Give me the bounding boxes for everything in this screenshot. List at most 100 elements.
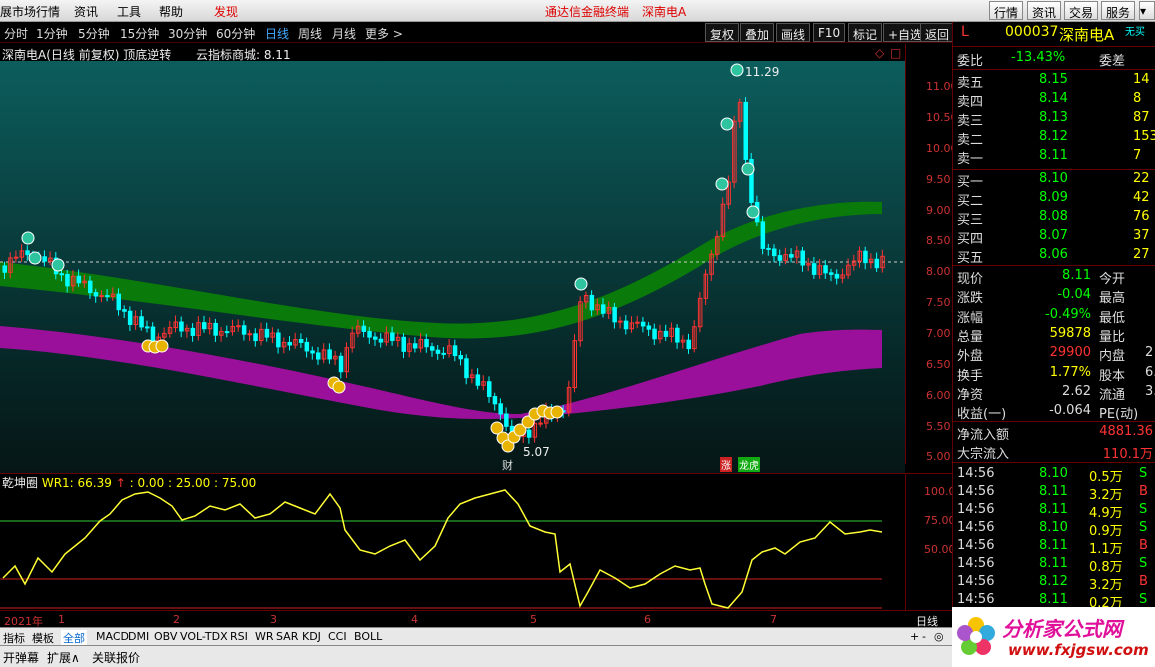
sell-signal-icon[interactable] [51, 258, 65, 272]
period-tab[interactable]: 30分钟 [168, 25, 207, 42]
window-control-icon[interactable]: ▾ [1139, 1, 1155, 20]
menu-market[interactable]: 展市场行情 [0, 3, 60, 20]
bid-row[interactable]: 买三 8.08 76 [953, 208, 1155, 228]
tab-macd[interactable]: MACD [96, 630, 129, 643]
candles-group [2, 97, 885, 444]
finance-mark[interactable]: 财 [502, 457, 513, 473]
sell-signal-icon[interactable] [741, 162, 755, 176]
sell-signal-icon[interactable] [746, 205, 760, 219]
ask-row[interactable]: 卖二 8.12 153 [953, 128, 1155, 148]
stat-label: 总量 [957, 329, 984, 345]
expand-toggle[interactable]: 扩展∧ [47, 649, 80, 666]
price-tick: 5.00 [926, 450, 951, 463]
stat-label: 涨幅 [957, 310, 984, 326]
indicator-panel[interactable]: 乾坤圈 WR1: 66.39 ↑ : 0.00 : 25.00 : 75.00 [0, 473, 905, 610]
candle-body [538, 422, 543, 425]
period-tab[interactable]: 60分钟 [216, 25, 255, 42]
close-icon[interactable]: □ [890, 46, 901, 60]
buy-signal-icon[interactable] [155, 339, 169, 353]
stat-label: 涨跌 [957, 291, 984, 307]
stat-value: 8.11 [1062, 268, 1091, 283]
ask-row[interactable]: 卖四 8.14 8 [953, 90, 1155, 110]
limit-up-mark[interactable]: 涨 [720, 457, 732, 472]
period-tab[interactable]: 周线 [298, 25, 322, 42]
lhb-mark[interactable]: 龙虎 [738, 457, 760, 472]
sell-signal-icon[interactable] [28, 251, 42, 265]
tab-sar[interactable]: SAR [276, 630, 298, 643]
price-tick: 7.00 [926, 327, 951, 340]
sell-signal-icon[interactable] [730, 63, 744, 77]
more-periods[interactable]: 更多 > [365, 25, 403, 42]
adjust-button[interactable]: 复权 [705, 23, 740, 42]
ask-row[interactable]: 卖五 8.15 14 [953, 71, 1155, 91]
tab-obv[interactable]: OBV [154, 630, 177, 643]
flow-value: 4881.36 [1099, 424, 1153, 439]
tab-vol-tdx[interactable]: VOL-TDX [180, 630, 228, 643]
period-tab-active[interactable]: 日线 [265, 25, 289, 42]
ask-row[interactable]: 卖一 8.11 7 [953, 147, 1155, 167]
ask-row[interactable]: 卖三 8.13 87 [953, 109, 1155, 129]
period-tab[interactable]: 5分钟 [78, 25, 110, 42]
tab-template[interactable]: 模板 [32, 630, 54, 646]
bid-row[interactable]: 买二 8.09 42 [953, 189, 1155, 209]
danmaku-toggle[interactable]: 开弹幕 [3, 649, 39, 666]
settings-icon[interactable]: ◎ [934, 630, 944, 643]
kline-svg [0, 63, 905, 453]
candle-body [452, 345, 458, 357]
back-button[interactable]: 返回 [920, 23, 955, 42]
tab-cci[interactable]: CCI [328, 630, 347, 643]
bid-row[interactable]: 买四 8.07 37 [953, 227, 1155, 247]
overlay-button[interactable]: 叠加 [740, 23, 775, 42]
bid-volume: 27 [1133, 247, 1150, 262]
zoom-in-icon[interactable]: + [910, 630, 919, 643]
candle-body [504, 413, 509, 427]
tab-all[interactable]: 全部 [61, 630, 87, 646]
bid-row[interactable]: 买一 8.10 22 [953, 170, 1155, 190]
indicator-name[interactable]: 乾坤圈 [2, 476, 38, 490]
menu-news[interactable]: 资讯 [74, 3, 98, 20]
tab-wr[interactable]: WR [255, 630, 274, 643]
price-axis: 11.00 10.50 10.00 9.50 9.00 8.50 8.00 7.… [905, 44, 958, 464]
mark-button[interactable]: 标记 [848, 23, 883, 42]
period-tab[interactable]: 15分钟 [120, 25, 159, 42]
candle-body [424, 339, 429, 348]
stat-label: 今开 [1099, 272, 1126, 287]
tab-boll[interactable]: BOLL [354, 630, 382, 643]
buy-signal-icon[interactable] [550, 405, 564, 419]
period-tab[interactable]: 月线 [332, 25, 356, 42]
period-tab[interactable]: 1分钟 [36, 25, 68, 42]
diamond-icon[interactable]: ◇ [875, 46, 884, 60]
candle-body [464, 358, 469, 379]
candle-body [213, 322, 218, 336]
trade-button[interactable]: 交易 [1064, 1, 1099, 20]
related-quote-toggle[interactable]: 关联报价 [92, 649, 140, 666]
tab-kdj[interactable]: KDJ [302, 630, 321, 643]
period-tab[interactable]: 分时 [4, 25, 28, 42]
date-label: 1 [58, 613, 65, 626]
sell-signal-icon[interactable] [21, 231, 35, 245]
sell-signal-icon[interactable] [574, 277, 588, 291]
sell-signal-icon[interactable] [715, 177, 729, 191]
sell-signal-icon[interactable] [720, 117, 734, 131]
tab-dmi[interactable]: DMI [128, 630, 149, 643]
menu-tools[interactable]: 工具 [117, 3, 141, 20]
tab-rsi[interactable]: RSI [230, 630, 248, 643]
zoom-out-icon[interactable]: - [922, 630, 926, 643]
buy-signal-icon[interactable] [332, 380, 346, 394]
kline-chart[interactable]: 11.29 5.07 财 涨 龙虎 [0, 61, 905, 473]
candle-body [652, 328, 657, 340]
quote-button[interactable]: 行情 [989, 1, 1024, 20]
bid-row[interactable]: 买五 8.06 27 [953, 246, 1155, 266]
menu-help[interactable]: 帮助 [159, 3, 183, 20]
stat-value: 2 [1145, 345, 1154, 361]
f10-button[interactable]: F10 [813, 23, 846, 42]
tab-indicator[interactable]: 指标 [3, 630, 25, 646]
menu-discover[interactable]: 发现 [214, 3, 238, 20]
service-button[interactable]: 服务 [1101, 1, 1136, 20]
flow-row: 大宗流入 110.1万 [953, 442, 1155, 462]
ask-price: 8.12 [1039, 129, 1068, 144]
info-button[interactable]: 资讯 [1027, 1, 1062, 20]
stat-label: 换手 [957, 368, 984, 384]
draw-button[interactable]: 画线 [776, 23, 811, 42]
candle-body [743, 101, 748, 160]
